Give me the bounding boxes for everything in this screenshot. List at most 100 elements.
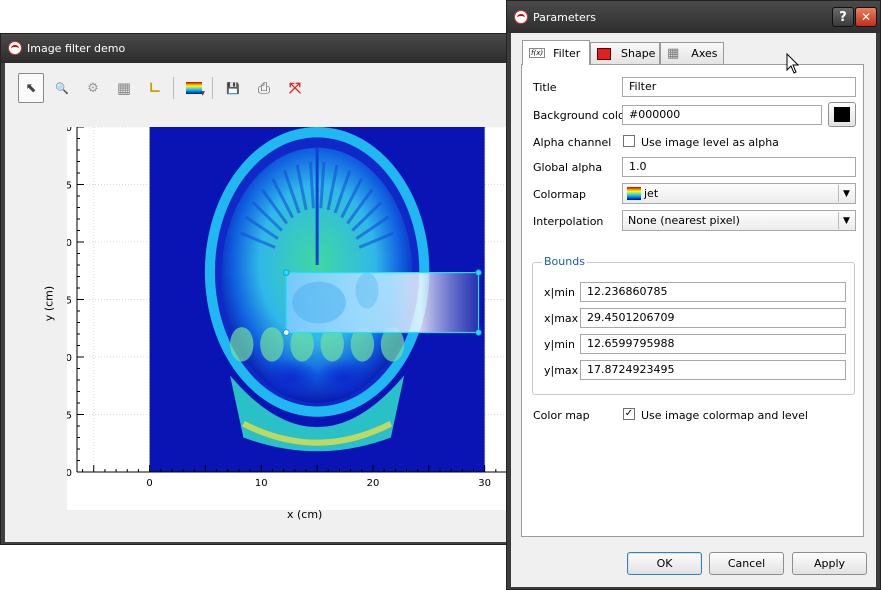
global-alpha-label: Global alpha	[533, 161, 603, 174]
bounds-group-title: Bounds	[542, 255, 587, 268]
dialog-title-bar[interactable]: Parameters ? ✕	[507, 1, 880, 33]
cerebellum-shadow	[313, 358, 375, 400]
plot-toolbar: ⬉ 🔍 ⚙ ▦ ∟ ▼ 💾 ⎙ ⤧	[15, 73, 301, 105]
resize-handle	[283, 329, 290, 336]
colormap-label: Colormap	[533, 188, 586, 201]
magnifier-icon: 🔍	[55, 81, 69, 95]
print-tool-button[interactable]: ⎙	[251, 73, 277, 103]
x-tick-label: 0	[146, 478, 152, 489]
ymax-field[interactable]: 17.8724923495	[580, 360, 846, 380]
floppy-disk-icon: 💾	[226, 81, 240, 95]
alpha-channel-checkbox-label[interactable]: Use image level as alpha	[641, 136, 779, 149]
close-icon: ✕	[860, 10, 872, 24]
filter-blur-blob	[355, 272, 379, 309]
brain-texture	[230, 327, 254, 362]
background-color-label: Background color	[533, 109, 630, 122]
main-title-bar[interactable]: Image filter demo	[1, 34, 511, 63]
dropdown-arrow-icon: ▼	[200, 90, 205, 97]
bounds-group: Bounds x|min 12.236860785 x|max 29.45012…	[532, 255, 855, 395]
xmin-field[interactable]: 12.236860785	[580, 282, 846, 302]
filter-blur-blob	[292, 281, 346, 324]
interpolation-select-value: None (nearest pixel)	[628, 214, 740, 227]
function-icon: f(x)	[529, 48, 546, 58]
cerebellum-shadow	[260, 358, 321, 400]
grid-icon: ▦	[667, 46, 680, 61]
dialog-client-area: f(x) Filter Shape ▦ Axes Title Filter Ba…	[511, 33, 876, 587]
main-window: Image filter demo ⬉ 🔍 ⚙ ▦ ∟ ▼ 💾 ⎙ ⤧ 0 5 …	[0, 33, 512, 545]
ymin-label: y|min	[544, 338, 575, 351]
chevron-down-icon: ▼	[838, 212, 854, 229]
x-tick-label: 30	[478, 478, 491, 489]
grid-icon: ▦	[116, 79, 132, 97]
xmin-label: x|min	[544, 286, 575, 299]
color-map-checkbox-label[interactable]: Use image colormap and level	[641, 409, 808, 422]
background-color-picker-button[interactable]	[828, 102, 856, 127]
parameters-dialog: Parameters ? ✕ f(x) Filter Shape ▦ Axes …	[506, 0, 881, 590]
alpha-channel-checkbox[interactable]	[623, 135, 635, 147]
tab-axes[interactable]: ▦ Axes	[660, 42, 724, 64]
y-tick-label: 30	[67, 468, 72, 479]
jet-colormap-icon	[627, 187, 641, 200]
help-icon: ?	[839, 9, 847, 25]
color-map-checkbox[interactable]: ✓	[623, 408, 635, 420]
app-icon	[514, 10, 528, 24]
tab-shape[interactable]: Shape	[590, 42, 660, 64]
colormap-tool-button[interactable]: ▼	[181, 73, 207, 103]
mouse-cursor-icon	[786, 53, 800, 74]
ok-button[interactable]: OK	[627, 552, 702, 575]
filter-region[interactable]	[283, 269, 482, 336]
select-tool-button[interactable]: ⬉	[18, 73, 44, 103]
grid-tool-button[interactable]: ▦	[111, 73, 137, 103]
close-button[interactable]: ✕	[855, 7, 877, 27]
checkmark-icon: ✓	[624, 408, 634, 419]
ymax-label: y|max	[544, 364, 579, 377]
x-tick-label: 20	[367, 478, 380, 489]
zoom-tool-button[interactable]: 🔍	[49, 73, 75, 103]
main-client-area: ⬉ 🔍 ⚙ ▦ ∟ ▼ 💾 ⎙ ⤧ 0 5 0 5 0 5 0 0 10 20 …	[5, 63, 507, 542]
axes-tool-button[interactable]: ∟	[142, 73, 168, 103]
expand-arrows-icon: ⤧	[288, 79, 301, 97]
chevron-down-icon: ▼	[838, 185, 854, 202]
colormap-select[interactable]: jet ▼	[622, 183, 856, 204]
resize-handle	[475, 269, 482, 276]
apply-button[interactable]: Apply	[792, 552, 867, 575]
brain-texture	[260, 327, 284, 362]
help-button[interactable]: ?	[832, 7, 854, 27]
interpolation-select[interactable]: None (nearest pixel) ▼	[622, 210, 856, 231]
y-tick-label: 10	[67, 238, 72, 249]
colormap-select-value: jet	[644, 187, 659, 200]
resize-handle	[475, 329, 482, 336]
shape-icon	[597, 47, 611, 60]
xmax-field[interactable]: 29.4501206709	[580, 308, 846, 328]
tab-filter[interactable]: f(x) Filter	[522, 40, 590, 65]
cancel-button[interactable]: Cancel	[709, 552, 784, 575]
image-plot[interactable]: 0 5 10 15 20 25 30 0 10 20 30	[67, 127, 507, 510]
save-tool-button[interactable]: 💾	[220, 73, 246, 103]
title-label: Title	[533, 81, 557, 94]
background-color-field[interactable]: #000000	[622, 105, 822, 125]
global-alpha-field[interactable]: 1.0	[622, 157, 856, 177]
dialog-title: Parameters	[533, 11, 596, 24]
tab-shape-label: Shape	[621, 47, 656, 60]
interpolation-label: Interpolation	[533, 215, 604, 228]
title-field[interactable]: Filter	[622, 77, 856, 97]
y-tick-label: 5	[67, 181, 72, 192]
color-swatch	[834, 107, 850, 122]
x-tick-label: 10	[255, 478, 268, 489]
xmax-label: x|max	[544, 312, 579, 325]
fullscreen-tool-button[interactable]: ⤧	[282, 73, 308, 103]
plot-area[interactable]: 0 5 10 15 20 25 30 0 10 20 30 x (cm) y (cm)	[43, 127, 507, 521]
toolbar-separator	[212, 77, 213, 99]
ymin-field[interactable]: 12.6599795988	[580, 334, 846, 354]
y-tick-label: 0	[67, 127, 72, 134]
x-axis-label: x (cm)	[287, 508, 323, 521]
y-axis-label: y (cm)	[42, 285, 56, 322]
y-tick-label: 25	[67, 411, 72, 422]
filter-tab-panel: Title Filter Background color #000000 Al…	[521, 64, 864, 537]
y-tick-label: 15	[67, 296, 72, 307]
alpha-channel-label: Alpha channel	[533, 136, 612, 149]
settings-tool-button[interactable]: ⚙	[80, 73, 106, 103]
arrow-cursor-icon: ⬉	[25, 80, 37, 96]
axes-icon: ∟	[148, 79, 162, 97]
app-icon	[8, 41, 22, 55]
